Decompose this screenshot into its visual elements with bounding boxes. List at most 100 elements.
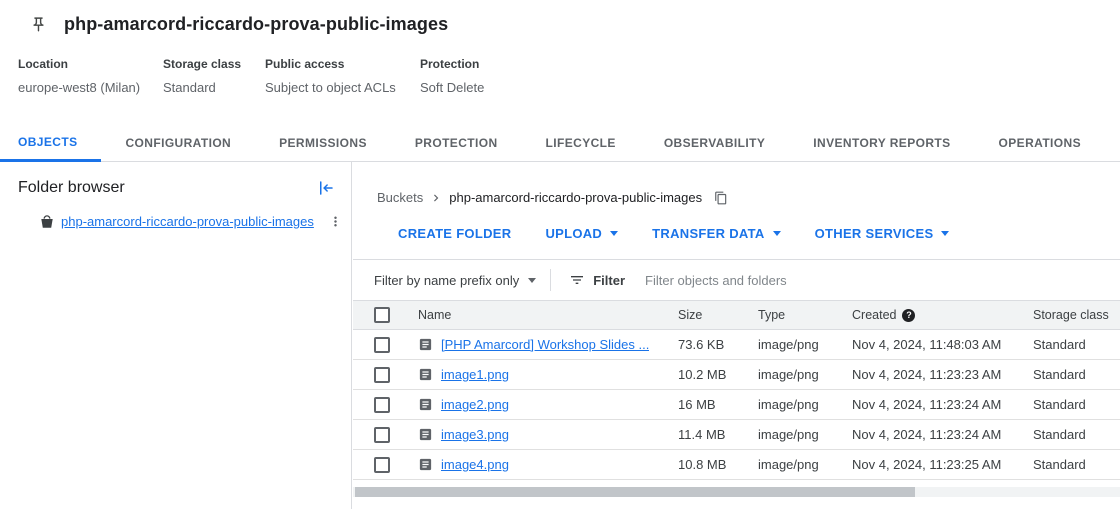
filter-input[interactable] [645, 273, 965, 288]
object-size: 11.4 MB [678, 427, 758, 442]
object-size: 73.6 KB [678, 337, 758, 352]
dropdown-arrow-icon [773, 231, 781, 236]
table-row: image2.png 16 MB image/png Nov 4, 2024, … [353, 390, 1120, 420]
table-header: Name Size Type Created ? Storage class [353, 300, 1120, 330]
column-header-storage-class: Storage class [1033, 308, 1120, 322]
tab-configuration[interactable]: CONFIGURATION [101, 126, 255, 162]
tab-objects[interactable]: OBJECTS [0, 126, 101, 162]
transfer-data-button[interactable]: TRANSFER DATA [652, 226, 780, 241]
object-size: 10.2 MB [678, 367, 758, 382]
filter-bar: Filter by name prefix only Filter [353, 260, 1120, 300]
tab-inventory-reports[interactable]: INVENTORY REPORTS [789, 126, 974, 162]
tab-lifecycle[interactable]: LIFECYCLE [522, 126, 640, 162]
create-folder-label: CREATE FOLDER [398, 226, 511, 241]
breadcrumb: Buckets php-amarcord-riccardo-prova-publ… [377, 190, 1120, 205]
horizontal-scrollbar-thumb[interactable] [355, 487, 915, 497]
other-services-button[interactable]: OTHER SERVICES [815, 226, 950, 241]
metadata-value: Standard [163, 80, 241, 95]
column-header-created: Created ? [852, 308, 1033, 322]
created-header-label: Created [852, 308, 896, 322]
filter-toggle[interactable]: Filter [569, 272, 625, 288]
objects-panel: Buckets php-amarcord-riccardo-prova-publ… [353, 162, 1120, 509]
tab-observability[interactable]: OBSERVABILITY [640, 126, 789, 162]
help-icon[interactable]: ? [902, 309, 915, 322]
breadcrumb-chevron-icon [429, 191, 443, 205]
table-row: image4.png 10.8 MB image/png Nov 4, 2024… [353, 450, 1120, 480]
object-size: 10.8 MB [678, 457, 758, 472]
collapse-panel-icon[interactable] [317, 179, 335, 197]
object-type: image/png [758, 457, 852, 472]
object-name-link[interactable]: [PHP Amarcord] Workshop Slides ... [441, 337, 649, 352]
object-type: image/png [758, 337, 852, 352]
object-storage-class: Standard [1033, 457, 1120, 472]
object-name-link[interactable]: image2.png [441, 397, 509, 412]
object-storage-class: Standard [1033, 427, 1120, 442]
metadata-storage-class: Storage class Standard [163, 57, 241, 95]
filter-scope-label: Filter by name prefix only [374, 273, 519, 288]
metadata-value: europe-west8 (Milan) [18, 80, 140, 95]
object-name-link[interactable]: image1.png [441, 367, 509, 382]
column-header-name[interactable]: Name [418, 308, 678, 322]
folder-browser-panel: Folder browser php-amarcord-riccardo-pro… [0, 162, 352, 509]
row-checkbox[interactable] [374, 457, 390, 473]
bucket-metadata: Location europe-west8 (Milan) Storage cl… [0, 57, 1120, 103]
page-title: php-amarcord-riccardo-prova-public-image… [64, 14, 448, 35]
dropdown-arrow-icon [610, 231, 618, 236]
select-all-checkbox[interactable] [374, 307, 390, 323]
tab-permissions[interactable]: PERMISSIONS [255, 126, 391, 162]
row-checkbox[interactable] [374, 337, 390, 353]
file-icon [418, 337, 433, 352]
object-name-link[interactable]: image4.png [441, 457, 509, 472]
bucket-icon [40, 215, 54, 229]
object-size: 16 MB [678, 397, 758, 412]
file-icon [418, 457, 433, 472]
transfer-data-label: TRANSFER DATA [652, 226, 764, 241]
tab-operations[interactable]: OPERATIONS [975, 126, 1105, 162]
object-storage-class: Standard [1033, 397, 1120, 412]
file-icon [418, 367, 433, 382]
row-checkbox[interactable] [374, 367, 390, 383]
object-type: image/png [758, 427, 852, 442]
action-toolbar: CREATE FOLDER UPLOAD TRANSFER DATA OTHER… [398, 222, 1120, 244]
folder-browser-title: Folder browser [18, 179, 125, 197]
tree-item-bucket[interactable]: php-amarcord-riccardo-prova-public-image… [0, 214, 351, 229]
object-created: Nov 4, 2024, 11:23:23 AM [852, 367, 1033, 382]
other-services-label: OTHER SERVICES [815, 226, 934, 241]
folder-browser-header: Folder browser [0, 162, 351, 197]
table-row: image1.png 10.2 MB image/png Nov 4, 2024… [353, 360, 1120, 390]
object-created: Nov 4, 2024, 11:23:25 AM [852, 457, 1033, 472]
pin-icon[interactable] [30, 16, 47, 33]
more-vert-icon[interactable] [328, 214, 343, 229]
table-row: image3.png 11.4 MB image/png Nov 4, 2024… [353, 420, 1120, 450]
object-storage-class: Standard [1033, 337, 1120, 352]
object-created: Nov 4, 2024, 11:48:03 AM [852, 337, 1033, 352]
tab-protection[interactable]: PROTECTION [391, 126, 522, 162]
object-created: Nov 4, 2024, 11:23:24 AM [852, 397, 1033, 412]
filter-separator [550, 269, 551, 291]
filter-icon [569, 272, 585, 288]
filter-scope-dropdown[interactable]: Filter by name prefix only [374, 273, 536, 288]
metadata-value: Soft Delete [420, 80, 484, 95]
column-header-size: Size [678, 308, 758, 322]
upload-button[interactable]: UPLOAD [545, 226, 618, 241]
upload-label: UPLOAD [545, 226, 602, 241]
object-type: image/png [758, 367, 852, 382]
tab-bar: OBJECTS CONFIGURATION PERMISSIONS PROTEC… [0, 126, 1120, 162]
filter-label: Filter [593, 273, 625, 288]
metadata-label: Location [18, 57, 140, 71]
row-checkbox[interactable] [374, 397, 390, 413]
create-folder-button[interactable]: CREATE FOLDER [398, 226, 511, 241]
column-header-type: Type [758, 308, 852, 322]
breadcrumb-buckets-link[interactable]: Buckets [377, 190, 423, 205]
row-checkbox[interactable] [374, 427, 390, 443]
metadata-label: Public access [265, 57, 396, 71]
object-storage-class: Standard [1033, 367, 1120, 382]
file-icon [418, 397, 433, 412]
copy-icon[interactable] [714, 191, 728, 205]
object-name-link[interactable]: image3.png [441, 427, 509, 442]
metadata-location: Location europe-west8 (Milan) [18, 57, 140, 95]
bucket-link[interactable]: php-amarcord-riccardo-prova-public-image… [61, 214, 314, 229]
metadata-label: Protection [420, 57, 484, 71]
header-checkbox-cell [374, 307, 418, 323]
horizontal-scrollbar[interactable] [353, 487, 1120, 497]
